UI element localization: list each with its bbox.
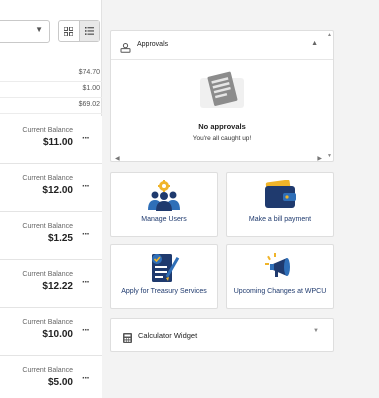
current-balance-value: $12.22 (42, 281, 73, 292)
current-balance-label: Current Balance (22, 175, 73, 182)
user-stamp-icon (120, 40, 131, 58)
manage-users-tile[interactable]: Manage Users (110, 172, 218, 237)
current-balance-label: Current Balance (22, 127, 73, 134)
more-options-icon[interactable]: ··· (82, 181, 90, 192)
current-balance-label: Current Balance (22, 319, 73, 326)
current-balance-label: Current Balance (22, 271, 73, 278)
tile-label: Apply for Treasury Services (121, 288, 207, 295)
tile-label: Upcoming Changes at WPCU (233, 288, 327, 295)
current-balance-label: Current Balance (22, 223, 73, 230)
wallet-icon (227, 180, 333, 210)
scroll-down-icon[interactable]: ▼ (327, 153, 332, 159)
mini-amount: $69.02 (78, 101, 100, 108)
calculator-icon (123, 330, 132, 348)
account-row[interactable]: Current Balance $12.00 ··· (0, 164, 102, 212)
empty-state-subtitle: You're all caught up! (192, 135, 252, 142)
view-toggle (58, 20, 100, 42)
current-balance-value: $10.00 (42, 329, 73, 340)
mini-amount: $1.00 (82, 85, 100, 92)
scroll-right-icon[interactable]: ▶ (317, 155, 322, 162)
empty-state-title: No approvals (198, 122, 246, 131)
current-balance-value: $1.25 (47, 233, 73, 244)
list-item[interactable]: $1.00 (0, 82, 102, 98)
megaphone-icon (227, 252, 333, 282)
more-options-icon[interactable]: ··· (82, 325, 90, 336)
account-row[interactable]: Current Balance $12.22 ··· (0, 260, 102, 308)
empty-document-illustration-icon (198, 71, 248, 120)
scroll-up-icon[interactable]: ▲ (327, 32, 332, 38)
account-row[interactable]: Current Balance $10.00 ··· (0, 308, 102, 356)
current-balance-value: $12.00 (42, 185, 73, 196)
account-row[interactable]: Current Balance $5.00 ··· (0, 356, 102, 398)
tile-label: Make a bill payment (248, 216, 312, 223)
more-options-icon[interactable]: ··· (82, 277, 90, 288)
application-form-icon (111, 252, 217, 284)
chevron-down-icon: ▼ (35, 25, 43, 34)
account-row[interactable]: Current Balance $11.00 ··· (0, 116, 102, 164)
chevron-down-icon[interactable]: ▼ (313, 328, 319, 334)
tile-label: Manage Users (141, 216, 187, 223)
current-balance-label: Current Balance (22, 367, 73, 374)
treasury-services-tile[interactable]: Apply for Treasury Services (110, 244, 218, 309)
list-item[interactable]: $69.02 (0, 98, 102, 114)
calculator-title: Calculator Widget (138, 331, 198, 340)
approvals-header[interactable]: Approvals ▲ (111, 31, 333, 60)
grid-view-button[interactable] (59, 21, 79, 41)
chevron-up-icon[interactable]: ▲ (311, 40, 318, 47)
account-filter-select[interactable]: ▼ (0, 20, 50, 43)
bill-payment-tile[interactable]: Make a bill payment (226, 172, 334, 237)
mini-amount: $74.70 (78, 69, 100, 76)
users-gear-icon (111, 180, 217, 212)
more-options-icon[interactable]: ··· (82, 229, 90, 240)
upcoming-changes-tile[interactable]: Upcoming Changes at WPCU (226, 244, 334, 309)
approvals-widget: Approvals ▲ No approvals You're all caug… (110, 30, 334, 162)
approvals-title: Approvals (137, 41, 169, 48)
calculator-widget[interactable]: Calculator Widget ▼ (110, 318, 334, 352)
account-row[interactable]: Current Balance $1.25 ··· (0, 212, 102, 260)
scroll-left-icon[interactable]: ◀ (115, 155, 120, 162)
list-item[interactable]: $74.70 (0, 66, 102, 82)
more-options-icon[interactable]: ··· (82, 373, 90, 384)
accounts-panel: ▼ $74.70 $1.00 $69.02 Current Balance $1… (0, 0, 102, 398)
more-options-icon[interactable]: ··· (82, 133, 90, 144)
grid-icon (64, 26, 74, 36)
list-icon (84, 27, 94, 35)
list-view-button[interactable] (78, 21, 99, 41)
current-balance-value: $5.00 (47, 377, 73, 388)
current-balance-value: $11.00 (42, 137, 73, 148)
